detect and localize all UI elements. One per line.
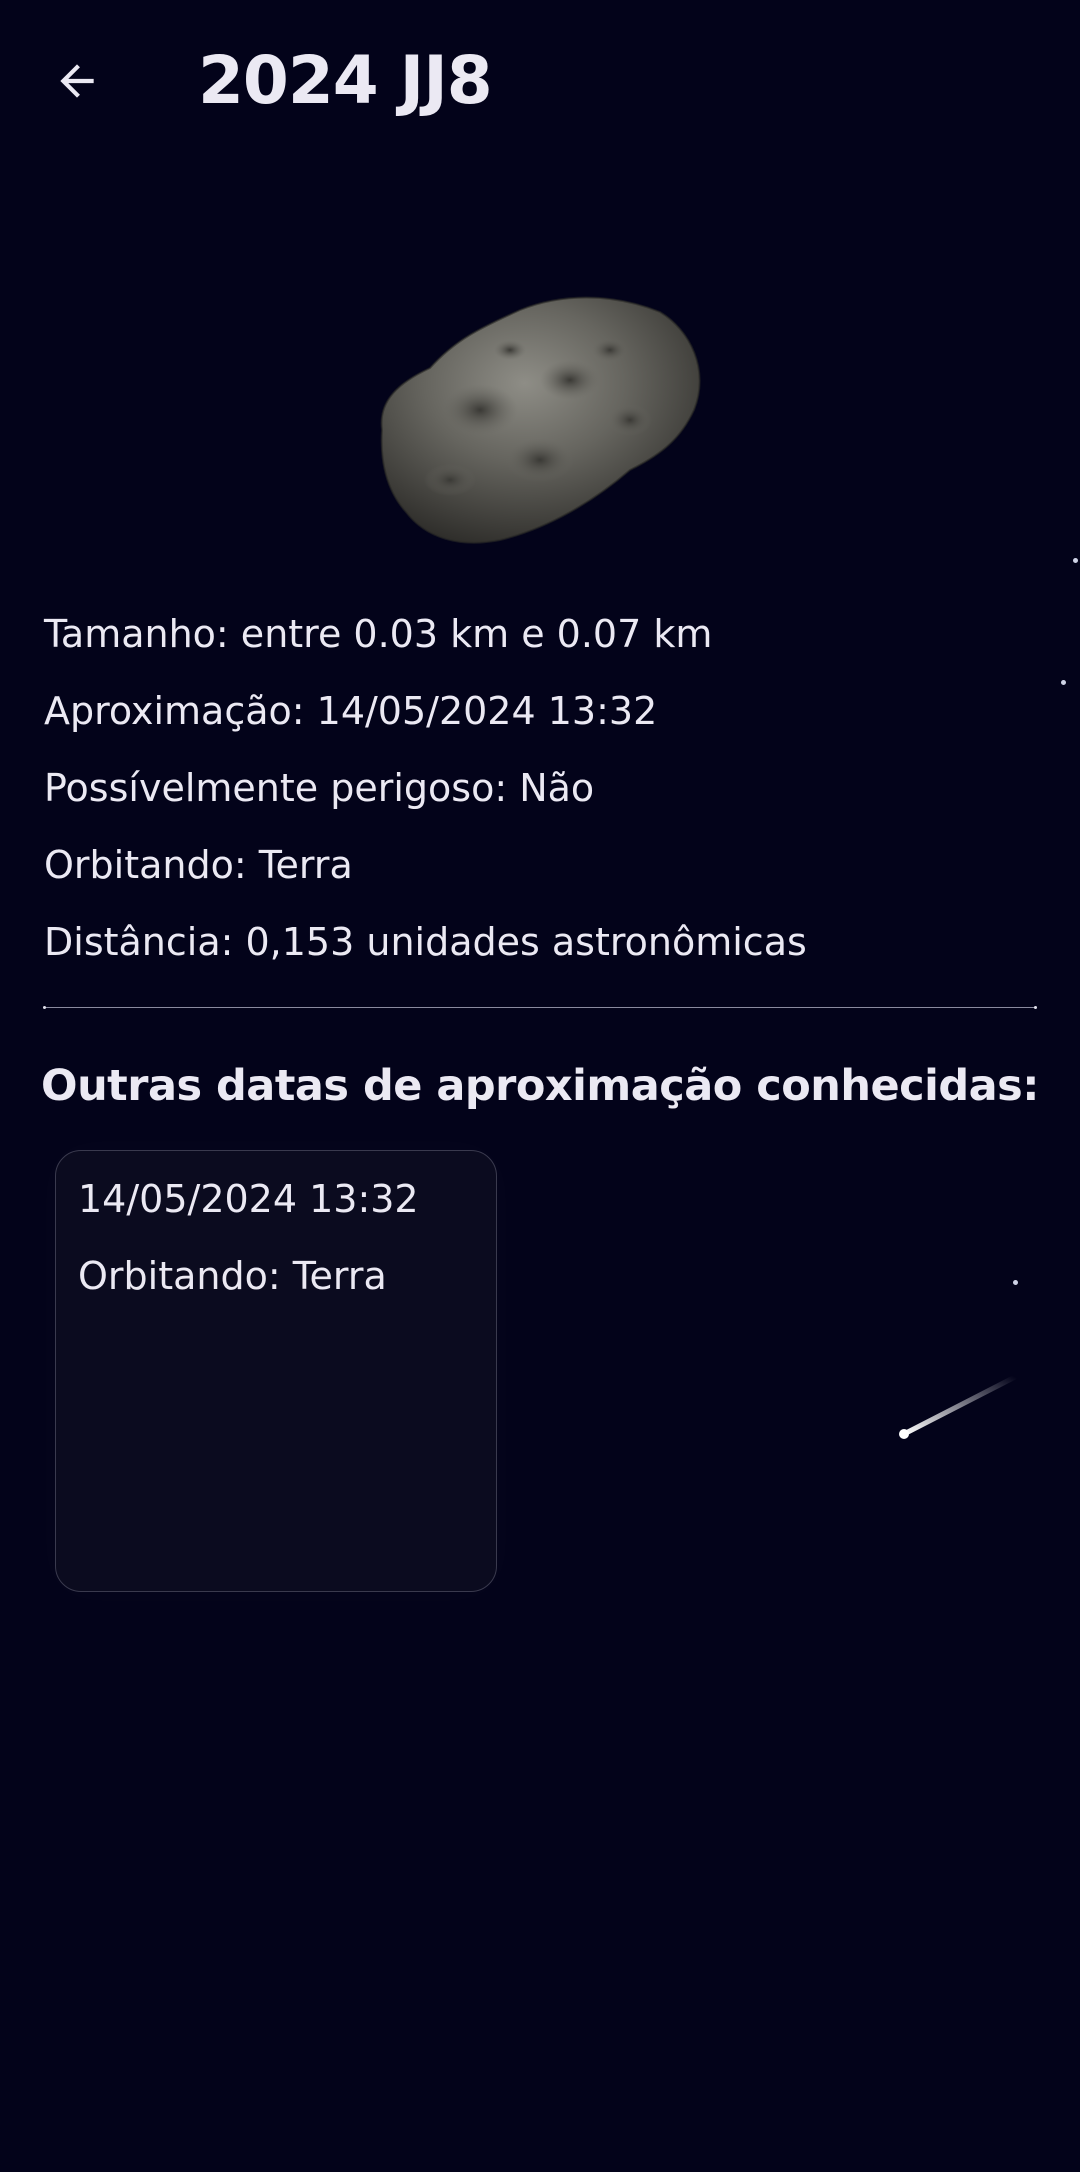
approach-card-orbiting: Orbitando: Terra <box>78 1254 387 1298</box>
orbiting-text: Orbitando: Terra <box>44 843 353 887</box>
distance-text: Distância: 0,153 unidades astronômicas <box>44 920 807 964</box>
approach-card[interactable]: 14/05/2024 13:32 Orbitando: Terra <box>55 1150 497 1592</box>
star-decoration <box>1061 680 1066 685</box>
approach-text: Aproximação: 14/05/2024 13:32 <box>44 689 658 733</box>
shooting-star-icon <box>899 1374 1018 1439</box>
asteroid-details: Tamanho: entre 0.03 km e 0.07 km Aproxim… <box>44 596 1034 981</box>
back-button[interactable] <box>40 44 114 118</box>
other-dates-title: Outras datas de aproximação conhecidas: <box>41 1061 1039 1111</box>
page-title: 2024 JJ8 <box>198 42 493 119</box>
divider <box>43 1006 1037 1009</box>
app-bar: 2024 JJ8 <box>0 0 1080 170</box>
star-decoration <box>1013 1280 1018 1285</box>
approach-card-date: 14/05/2024 13:32 <box>78 1177 419 1221</box>
hazardous-text: Possívelmente perigoso: Não <box>44 766 595 810</box>
arrow-back-icon <box>60 64 94 98</box>
size-text: Tamanho: entre 0.03 km e 0.07 km <box>44 612 713 656</box>
asteroid-image <box>360 290 720 560</box>
star-decoration <box>1073 558 1078 563</box>
